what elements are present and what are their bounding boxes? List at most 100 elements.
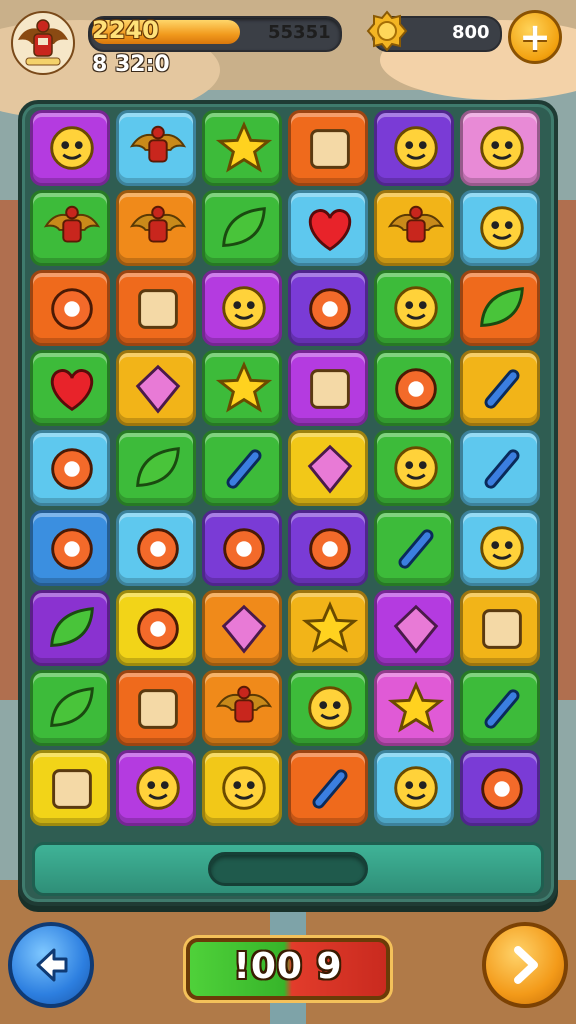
crystal-icon (135, 364, 181, 414)
bread-icon (310, 129, 350, 169)
heart-icon (308, 209, 352, 252)
tile-r4-c5[interactable] (374, 350, 454, 426)
tile-r8-c4[interactable] (288, 670, 368, 746)
berry-icon (309, 528, 351, 570)
tile-r9-c6[interactable] (460, 750, 540, 826)
cookie-star-icon (215, 361, 273, 413)
tile-r2-c6[interactable] (460, 190, 540, 266)
camera-icon (482, 609, 522, 649)
tile-r5-c6[interactable] (460, 430, 540, 506)
tile-r8-c6[interactable] (460, 670, 540, 746)
tile-r4-c6[interactable] (460, 350, 540, 426)
diamond-icon (393, 604, 439, 654)
tile-r6-c6[interactable] (460, 510, 540, 586)
banana-icon (136, 447, 180, 487)
teapot-icon (138, 289, 178, 329)
crayon-icon (484, 689, 520, 729)
tile-r8-c3[interactable] (202, 670, 282, 746)
winged-skull-icon (50, 126, 94, 170)
tile-r3-c1[interactable] (30, 270, 110, 346)
snake-icon (50, 607, 94, 647)
donut-icon (51, 288, 93, 330)
top-hud: 2240 55351 8 32:0 800 + (0, 0, 576, 90)
tile-r5-c1[interactable] (30, 430, 110, 506)
next-button[interactable] (482, 922, 568, 1008)
garuda-crest-icon (129, 125, 187, 163)
star-wand-icon (301, 601, 359, 653)
heart-icon (50, 369, 94, 412)
tile-r3-c3[interactable] (202, 270, 282, 346)
tile-r6-c2[interactable] (116, 510, 196, 586)
apple-icon (309, 288, 351, 330)
tile-r6-c4[interactable] (288, 510, 368, 586)
tile-r4-c1[interactable] (30, 350, 110, 426)
garuda-crest-icon (215, 685, 273, 723)
tile-r4-c3[interactable] (202, 350, 282, 426)
tile-r5-c3[interactable] (202, 430, 282, 506)
tile-r8-c2[interactable] (116, 670, 196, 746)
tile-r4-c4[interactable] (288, 350, 368, 426)
peach-icon (51, 448, 93, 490)
tile-r6-c1[interactable] (30, 510, 110, 586)
tile-r3-c6[interactable] (460, 270, 540, 346)
tile-r3-c2[interactable] (116, 270, 196, 346)
leaf-icon (480, 287, 524, 327)
tile-r6-c5[interactable] (374, 510, 454, 586)
tile-r5-c2[interactable] (116, 430, 196, 506)
sun-face-icon (394, 766, 438, 810)
moves-value: !00 9 (233, 946, 343, 987)
picture-frame-icon (52, 769, 92, 809)
tile-r7-c4[interactable] (288, 590, 368, 666)
tile-r7-c6[interactable] (460, 590, 540, 666)
tile-r7-c1[interactable] (30, 590, 110, 666)
monster-icon (222, 286, 266, 330)
globe-icon (481, 768, 523, 810)
tile-r1-c5[interactable] (374, 110, 454, 186)
tile-r2-c3[interactable] (202, 190, 282, 266)
tile-r2-c5[interactable] (374, 190, 454, 266)
leaf-knife-icon (50, 687, 94, 727)
yellow-face-icon (480, 126, 524, 170)
tile-r8-c5[interactable] (374, 670, 454, 746)
tile-r8-c1[interactable] (30, 670, 110, 746)
envelope-icon (221, 604, 267, 654)
tile-r6-c3[interactable] (202, 510, 282, 586)
smile-face-icon (308, 686, 352, 730)
tile-r1-c6[interactable] (460, 110, 540, 186)
tray-slot (208, 852, 368, 886)
tile-r1-c4[interactable] (288, 110, 368, 186)
add-coins-button[interactable]: + (508, 10, 562, 64)
tile-r4-c2[interactable] (116, 350, 196, 426)
tile-r1-c1[interactable] (30, 110, 110, 186)
tile-r1-c3[interactable] (202, 110, 282, 186)
tile-r5-c5[interactable] (374, 430, 454, 506)
mouse-icon (394, 286, 438, 330)
score-value: 55351 (268, 22, 331, 43)
ring-icon (51, 528, 93, 570)
ice-cream-icon (223, 528, 265, 570)
mushroom-icon (137, 608, 179, 650)
garuda-crest-icon (129, 205, 187, 243)
tile-r2-c2[interactable] (116, 190, 196, 266)
tile-r9-c4[interactable] (288, 750, 368, 826)
garuda-crest-icon (43, 205, 101, 243)
tile-r3-c5[interactable] (374, 270, 454, 346)
tile-r7-c5[interactable] (374, 590, 454, 666)
tile-r9-c3[interactable] (202, 750, 282, 826)
pink-star-icon (387, 681, 445, 733)
tile-r1-c2[interactable] (116, 110, 196, 186)
back-button[interactable] (8, 922, 94, 1008)
tile-r9-c1[interactable] (30, 750, 110, 826)
timer-stat: 8 32:0 (92, 52, 170, 77)
tile-r9-c2[interactable] (116, 750, 196, 826)
tile-r7-c3[interactable] (202, 590, 282, 666)
arrow-left-icon (36, 948, 68, 982)
tile-r7-c2[interactable] (116, 590, 196, 666)
tile-r5-c4[interactable] (288, 430, 368, 506)
tile-r2-c1[interactable] (30, 190, 110, 266)
coin-value: 800 (452, 22, 490, 43)
tile-r3-c4[interactable] (288, 270, 368, 346)
player-level: 2240 (92, 16, 159, 44)
tile-r2-c4[interactable] (288, 190, 368, 266)
tile-r9-c5[interactable] (374, 750, 454, 826)
